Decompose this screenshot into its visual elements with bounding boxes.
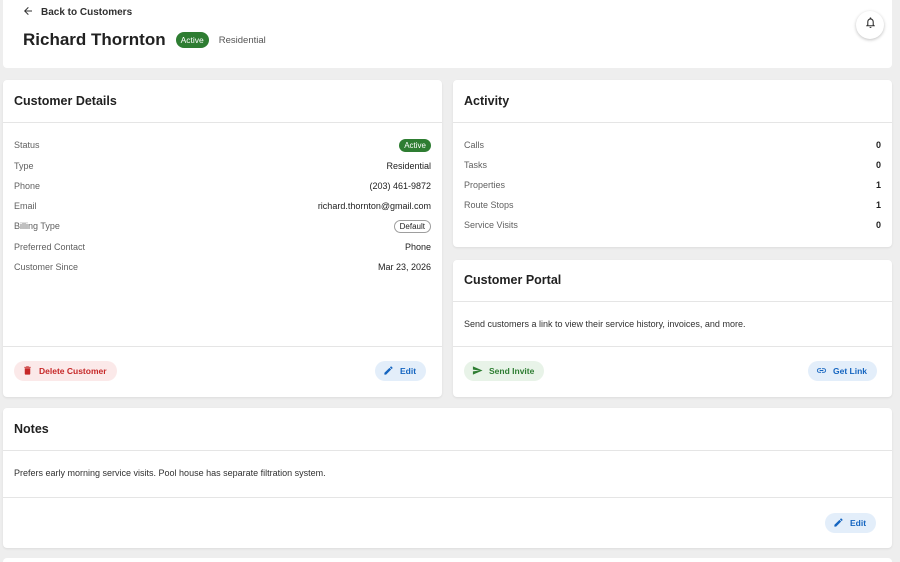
send-invite-label: Send Invite [489,366,535,376]
customer-details-card: Customer Details Status Active Type Resi… [3,80,442,397]
detail-row-customer-since: Customer Since Mar 23, 2026 [14,260,431,274]
detail-label: Type [14,161,34,171]
activity-row-tasks: Tasks 0 [464,158,881,172]
edit-notes-button[interactable]: Edit [825,513,877,533]
activity-count: 0 [875,220,881,230]
notes-text: Prefers early morning service visits. Po… [14,468,326,478]
edit-notes-label: Edit [850,518,867,528]
portal-description: Send customers a link to view their serv… [464,319,746,329]
email-value: richard.thornton@gmail.com [317,201,431,211]
divider [453,346,892,347]
activity-label: Tasks [464,160,488,170]
send-invite-button[interactable]: Send Invite [464,361,545,381]
detail-value: Phone [404,242,431,252]
title-row: Richard Thornton Active Residential [23,30,266,50]
trash-icon [22,365,33,378]
notifications-button[interactable] [856,11,884,39]
status-badge: Active [175,32,209,48]
pencil-icon [383,365,394,378]
send-icon [472,365,483,378]
divider [3,450,892,451]
customer-portal-card: Customer Portal Send customers a link to… [453,260,892,397]
customer-portal-title: Customer Portal [464,273,562,287]
detail-value: Residential [386,161,431,171]
arrow-left-icon [22,5,34,20]
back-link-label: Back to Customers [41,7,133,18]
detail-label: Status [14,140,40,150]
activity-label: Calls [464,140,485,150]
activity-count: 1 [875,200,881,210]
get-link-button[interactable]: Get Link [808,361,878,381]
divider [453,301,892,302]
get-link-label: Get Link [833,366,868,376]
billing-type-pill: Default [393,219,431,233]
divider [3,122,442,123]
divider [453,122,892,123]
activity-count: 0 [875,140,881,150]
activity-row-calls: Calls 0 [464,138,881,152]
notes-card: Notes Prefers early morning service visi… [3,408,892,548]
activity-row-route-stops: Route Stops 1 [464,198,881,212]
pencil-icon [833,517,844,530]
back-to-customers-link[interactable]: Back to Customers [22,5,132,20]
phone-value: (203) 461-9872 [369,181,431,191]
activity-count: 1 [875,180,881,190]
status-pill: Active [399,138,431,152]
delete-customer-label: Delete Customer [39,366,107,376]
link-icon [816,365,827,378]
notes-title: Notes [14,422,49,436]
detail-row-phone: Phone (203) 461-9872 [14,179,431,193]
activity-label: Service Visits [464,220,518,230]
detail-value: Mar 23, 2026 [377,262,431,272]
detail-row-type: Type Residential [14,159,431,173]
next-card-edge [3,558,892,562]
detail-label: Customer Since [14,262,79,272]
activity-title: Activity [464,94,510,108]
activity-card: Activity Calls 0 Tasks 0 Properties 1 Ro… [453,80,892,247]
detail-label: Preferred Contact [14,242,86,252]
detail-row-billing-type: Billing Type Default [14,219,431,233]
detail-row-status: Status Active [14,138,431,152]
divider [3,346,442,347]
delete-customer-button[interactable]: Delete Customer [14,361,117,381]
customer-type-label: Residential [218,34,266,46]
activity-label: Properties [464,180,506,190]
edit-details-button[interactable]: Edit [375,361,427,381]
activity-row-properties: Properties 1 [464,178,881,192]
activity-row-service-visits: Service Visits 0 [464,218,881,232]
page-header: Back to Customers Richard Thornton Activ… [3,0,892,68]
divider [3,497,892,498]
detail-label: Phone [14,181,41,191]
customer-details-title: Customer Details [14,94,117,108]
detail-row-email: Email richard.thornton@gmail.com [14,199,431,213]
detail-label: Billing Type [14,221,60,231]
bell-icon [864,16,877,34]
edit-label: Edit [400,366,417,376]
activity-label: Route Stops [464,200,514,210]
activity-count: 0 [875,160,881,170]
detail-row-preferred-contact: Preferred Contact Phone [14,240,431,254]
page-title: Richard Thornton [23,30,166,49]
detail-label: Email [14,201,37,211]
